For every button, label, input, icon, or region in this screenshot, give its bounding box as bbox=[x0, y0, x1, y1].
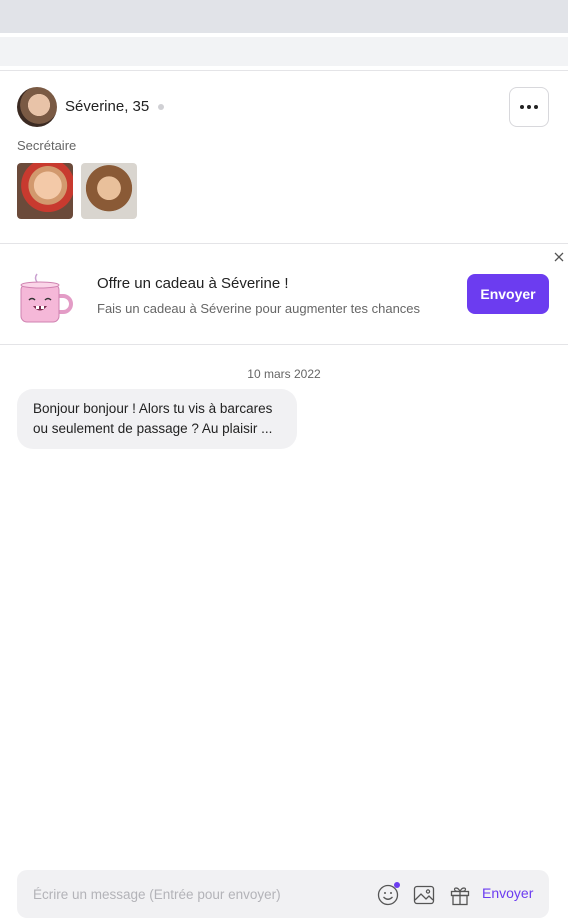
send-message-button[interactable]: Envoyer bbox=[482, 885, 533, 901]
avatar[interactable] bbox=[17, 87, 57, 127]
mug-icon bbox=[20, 273, 73, 323]
more-icon bbox=[520, 105, 538, 109]
gift-banner: Offre un cadeau à Séverine ! Fais un cad… bbox=[0, 244, 568, 344]
message-bubble: Bonjour bonjour ! Alors tu vis à barcare… bbox=[17, 389, 297, 449]
profile-job: Secrétaire bbox=[17, 138, 77, 153]
image-icon[interactable] bbox=[412, 883, 436, 907]
gift-subtitle: Fais un cadeau à Séverine pour augmenter… bbox=[97, 301, 421, 316]
gift-send-button[interactable]: Envoyer bbox=[467, 274, 549, 314]
divider bbox=[0, 344, 568, 345]
close-icon[interactable] bbox=[553, 251, 565, 263]
gift-title: Offre un cadeau à Séverine ! bbox=[97, 275, 289, 292]
more-options-button[interactable] bbox=[509, 87, 549, 127]
gift-icon[interactable] bbox=[448, 883, 472, 907]
notification-dot bbox=[394, 882, 400, 888]
header-bar bbox=[0, 37, 568, 66]
profile-name[interactable]: Séverine, 35 bbox=[65, 98, 149, 115]
profile-header: Séverine, 35 Secrétaire bbox=[0, 71, 568, 243]
browser-top-bar bbox=[0, 0, 568, 33]
profile-photo[interactable] bbox=[81, 163, 137, 219]
message-input[interactable] bbox=[17, 870, 367, 918]
message-composer: Envoyer bbox=[17, 870, 549, 918]
online-status-dot bbox=[158, 104, 164, 110]
profile-photo[interactable] bbox=[17, 163, 73, 219]
chat-date: 10 mars 2022 bbox=[247, 367, 321, 381]
